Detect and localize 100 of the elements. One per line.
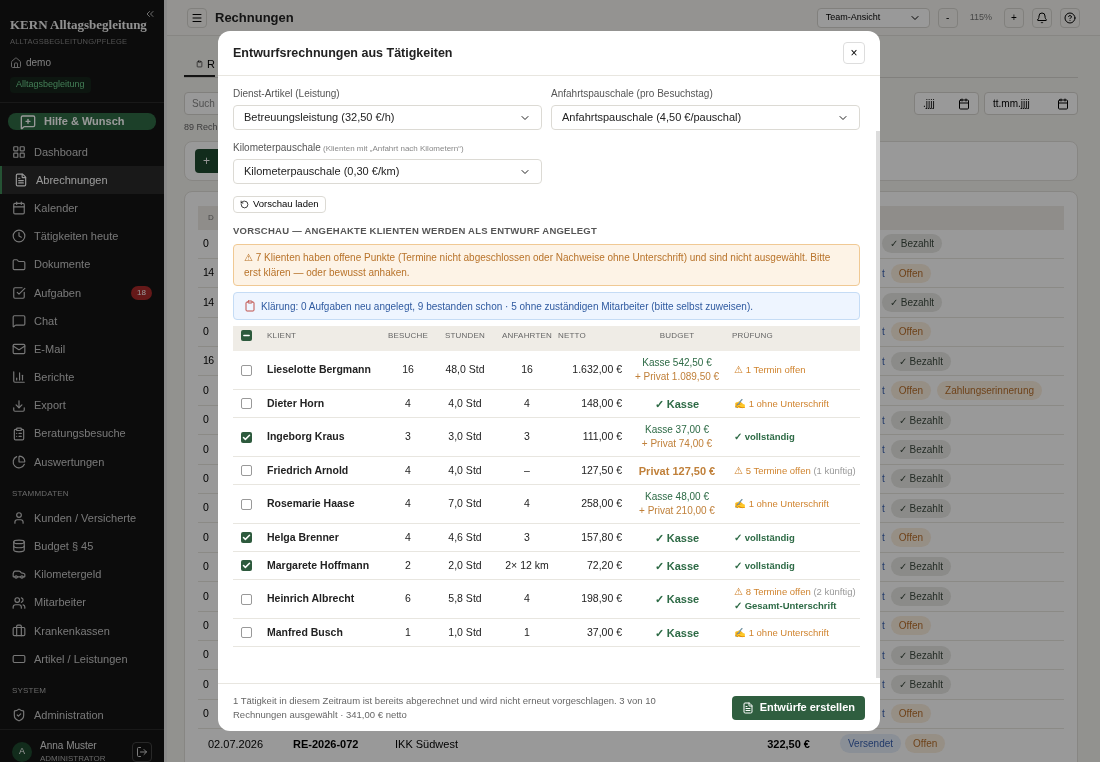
section-heading: STAMMDATEN: [11, 488, 70, 500]
column-header: BESUCHE: [386, 329, 430, 342]
check-status: ✍ 1 ohne Unterschrift: [734, 625, 830, 640]
logout-button[interactable]: [132, 741, 152, 762]
budget-value: ✓ Kasse: [654, 396, 700, 411]
tab[interactable]: R: [184, 53, 215, 77]
status-badge: ✓ Bezahlt: [890, 557, 951, 577]
budget-value: Privat 127,50 €: [638, 463, 716, 478]
row-checkbox[interactable]: [241, 398, 252, 410]
nav-item[interactable]: Berichte: [0, 363, 164, 392]
table-cell-text: 0: [203, 647, 209, 663]
table-cell-text: RE-2026-072: [293, 736, 360, 752]
table-cell-text: 2× 12 km: [504, 557, 550, 573]
table-cell-text: 4: [523, 496, 531, 512]
nav-item[interactable]: Tätigkeiten heute: [0, 222, 164, 251]
menu-icon: [191, 11, 203, 24]
row-checkbox[interactable]: [241, 364, 252, 376]
help-icon-button[interactable]: [1060, 7, 1080, 28]
column-header: BUDGET: [658, 329, 696, 342]
create-drafts-button[interactable]: Entwürfe erstellen: [731, 695, 865, 720]
menu-button[interactable]: [187, 7, 207, 28]
logout-icon: [136, 745, 148, 758]
zoom-out-button[interactable]: -: [937, 7, 958, 28]
table-cell-text: 16: [401, 362, 415, 378]
user-role: ADMINISTRATOR: [40, 753, 107, 762]
status-text: t: [882, 619, 885, 634]
nav-item[interactable]: Budget § 45: [0, 532, 164, 561]
zoom-level: 115%: [968, 10, 993, 24]
view-select[interactable]: Team-Ansicht: [816, 7, 930, 28]
clipboard-icon: [196, 58, 204, 70]
close-button[interactable]: ×: [843, 42, 865, 64]
collapse-icon[interactable]: [144, 8, 156, 20]
row-checkbox[interactable]: [241, 560, 252, 572]
database-icon: [12, 539, 26, 554]
notifications-button[interactable]: [1032, 7, 1052, 28]
budget-value: Kasse 542,50 €: [642, 356, 712, 371]
status-text: t: [882, 678, 885, 693]
nav-item[interactable]: Aufgaben 18: [0, 278, 164, 307]
nav-item[interactable]: Beratungsbesuche: [0, 419, 164, 448]
nav-item[interactable]: Kalender: [0, 194, 164, 223]
nav-item[interactable]: Kunden / Versicherte: [0, 504, 164, 533]
check-status: ⚠ 5 Termine offen (1 künftig): [734, 463, 857, 478]
nav-item[interactable]: Krankenkassen: [0, 616, 164, 645]
budget-value: + Privat 1.089,50 €: [634, 370, 720, 385]
status-text: t: [882, 413, 885, 428]
status-text: t: [882, 707, 885, 722]
client-name: Lieselotte Bergmann: [267, 362, 372, 378]
status-text: t: [882, 442, 885, 457]
row-checkbox[interactable]: [241, 431, 252, 443]
table-cell-text: 6: [404, 591, 412, 607]
nav-item[interactable]: Administration: [0, 701, 164, 730]
date-field[interactable]: tt.mm.jjjj: [984, 92, 1078, 115]
zoom-in-button[interactable]: +: [1004, 7, 1024, 28]
preview-button[interactable]: Vorschau laden: [233, 196, 326, 213]
checkbox-icon: [12, 285, 26, 300]
table-cell-text: 4,6 Std: [447, 529, 483, 545]
budget-value: + Privat 210,00 €: [639, 504, 715, 519]
nav-item[interactable]: Auswertungen: [0, 447, 164, 476]
column-header: NETTO: [558, 329, 587, 342]
dialog-title: Entwurfsrechnungen aus Tätigkeiten: [233, 44, 453, 62]
nav-item[interactable]: Abrechnungen: [0, 165, 164, 195]
nav-item[interactable]: Dashboard: [0, 137, 164, 166]
warning-alert: ⚠ 7 Klienten haben offene Punkte (Termine nicht abgeschlossen oder Nachweise ohne Unterschrift) und sind nicht ausgewählt. Bitte erst klären — oder bewusst anhaken.: [233, 244, 860, 287]
table-cell-text: 4,0 Std: [447, 395, 483, 411]
table-cell-text: 0: [203, 441, 209, 457]
nav-item[interactable]: Chat: [0, 306, 164, 336]
row-checkbox[interactable]: [241, 593, 252, 605]
row-checkbox[interactable]: [241, 532, 252, 544]
check-icon: [242, 561, 251, 571]
nav-item[interactable]: Mitarbeiter: [0, 588, 164, 617]
budget-value: Kasse 37,00 €: [645, 423, 709, 438]
nav-item[interactable]: Kilometergeld: [0, 560, 164, 589]
select-all-checkbox[interactable]: [241, 330, 252, 341]
folder-icon: [12, 257, 26, 272]
table-cell-text: 4,0 Std: [447, 462, 483, 478]
table-cell-text: 258,00 €: [580, 496, 622, 512]
row-checkbox[interactable]: [241, 465, 252, 477]
nav-item[interactable]: Artikel / Leistungen: [0, 644, 164, 674]
help-button[interactable]: Hilfe & Wunsch: [8, 113, 156, 130]
table-cell-text: 4: [404, 496, 412, 512]
nav-item[interactable]: Export: [0, 391, 164, 420]
table-cell: 14: [203, 265, 214, 281]
nav-item[interactable]: E-Mail: [0, 335, 164, 364]
status-text: t: [882, 589, 885, 604]
table-cell-text: 4: [404, 529, 412, 545]
status-badge: Versendet: [840, 734, 902, 754]
date-field[interactable]: .jjjj: [914, 92, 979, 115]
table-cell: 0: [203, 559, 209, 575]
select-field[interactable]: Kilometerpauschale (0,30 €/km): [233, 159, 542, 184]
row-checkbox[interactable]: [241, 627, 252, 639]
download-icon: [12, 398, 26, 413]
select-field[interactable]: Anfahrtspauschale (4,50 €/pauschal): [551, 105, 860, 130]
nav-item[interactable]: Dokumente: [0, 250, 164, 279]
table-cell-text: 148,00 €: [580, 395, 622, 411]
select-field[interactable]: Betreuungsleistung (32,50 €/h): [233, 105, 542, 130]
row-checkbox[interactable]: [241, 498, 252, 510]
status-badge: Offen: [890, 616, 932, 636]
table-cell-text: 0: [203, 382, 209, 398]
column-header: PRÜFUNG: [732, 329, 774, 342]
client-name: Friedrich Arnold: [267, 462, 350, 478]
